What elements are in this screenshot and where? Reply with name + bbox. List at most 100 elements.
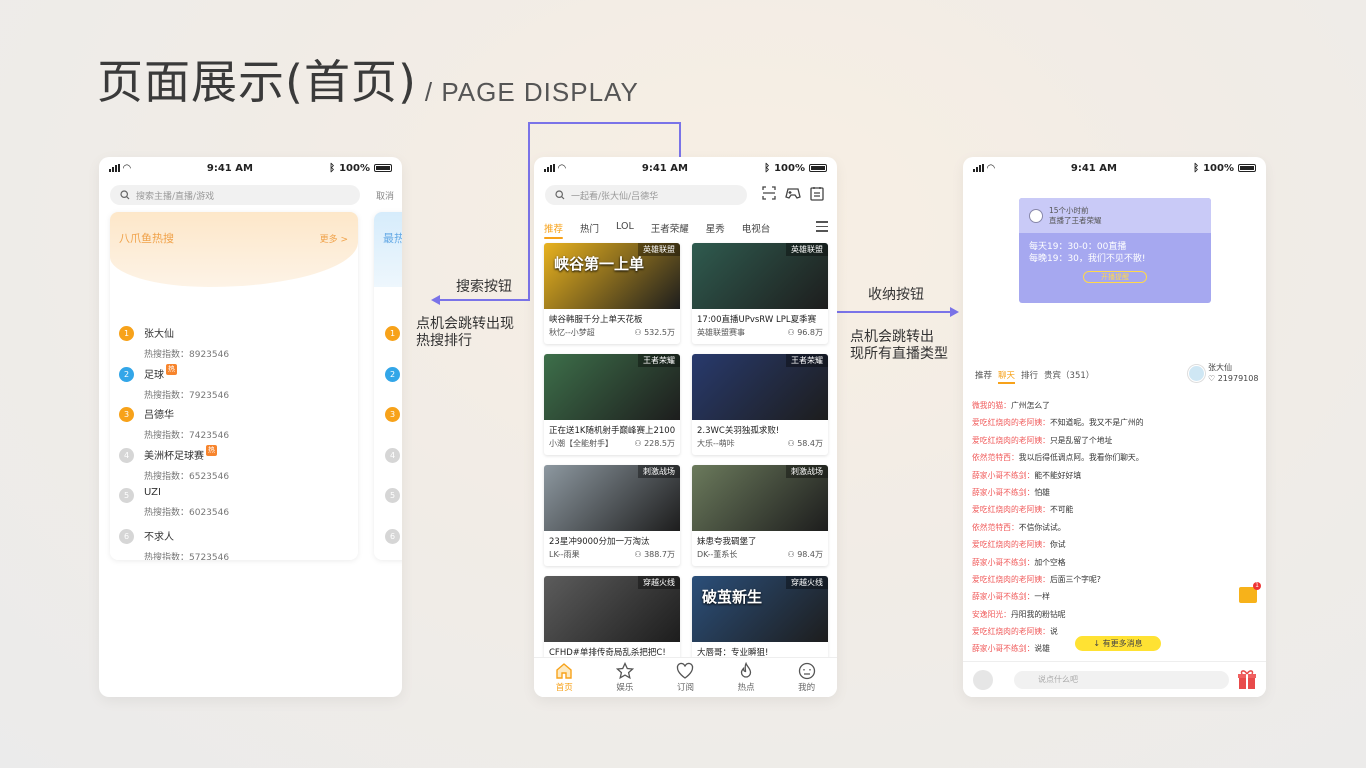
- view-count: ⚇ 228.5万: [634, 439, 675, 448]
- tab-category[interactable]: 推荐: [544, 221, 564, 239]
- tab-category[interactable]: 王者荣耀: [651, 221, 689, 235]
- chat-username[interactable]: 薛家小哥不练剑：: [972, 644, 1034, 653]
- search-input[interactable]: 一起看/张大仙/吕德华: [545, 185, 747, 205]
- hot-search-index: 热搜指数：5723546: [144, 552, 230, 561]
- hot-search-item[interactable]: 5 UZI 热搜指数：6023546: [119, 487, 229, 518]
- chat-message: 依然范特西：不信你试试。: [972, 522, 1252, 539]
- chat-username[interactable]: 薛家小哥不练剑：: [972, 488, 1034, 497]
- chat-username[interactable]: 爱吃红烧肉的老阿姨：: [972, 418, 1050, 427]
- phone-home: ◠ 9:41 AM ᛒ 100% 一起看/张大仙/吕德华 推荐 热门 LOL 王者荣耀 星…: [534, 157, 837, 697]
- face-icon: [798, 662, 815, 680]
- nav-subscribe[interactable]: 订阅: [676, 662, 694, 693]
- category-tag: 王者荣耀: [638, 354, 680, 367]
- category-tag: 王者荣耀: [786, 354, 828, 367]
- chat-username[interactable]: 微我的猫：: [972, 401, 1011, 410]
- tab-category[interactable]: LOL: [616, 221, 634, 235]
- hot-search-item[interactable]: 6 不求人 热搜指数：5723546: [119, 528, 230, 561]
- host-info[interactable]: 张大仙 ♡ 21979108: [1188, 362, 1258, 384]
- video-card[interactable]: 王者荣耀 2.3WC关羽独孤求败! 大乐--萌咔 ⚇ 58.4万: [692, 354, 828, 455]
- tab-category[interactable]: 电视台: [742, 221, 771, 235]
- video-author: DK--董系长: [697, 550, 738, 559]
- more-link[interactable]: 更多 >: [320, 232, 348, 245]
- heart-icon: [677, 662, 694, 679]
- history-icon[interactable]: [809, 185, 825, 201]
- video-thumbnail: 英雄联盟 峡谷第一上单: [544, 243, 680, 309]
- video-card[interactable]: 王者荣耀 正在送1K随机射手巅峰赛上2100 小潮【全能射手】 ⚇ 228.5万: [544, 354, 680, 455]
- chat-message: 薛家小哥不练剑：一样: [972, 591, 1252, 608]
- tab-live[interactable]: 排行: [1021, 369, 1038, 381]
- video-thumbnail: 穿越火线 破茧新生: [692, 576, 828, 642]
- viewers-icon: ⚇: [634, 550, 645, 559]
- chat-input-bar: 说点什么吧: [963, 661, 1266, 697]
- gift-box-icon[interactable]: 1: [1239, 582, 1261, 603]
- tab-live[interactable]: 推荐: [975, 369, 992, 381]
- chat-username[interactable]: 爱吃红烧肉的老阿姨：: [972, 627, 1050, 636]
- battery-icon: [1238, 164, 1256, 172]
- phone-hot-search: ◠ 9:41 AM ᛒ 100% 搜索主播/直播/游戏 取消 八爪鱼热搜 更多 >…: [99, 157, 402, 697]
- video-card[interactable]: 英雄联盟 峡谷第一上单 峡谷韩服千分上单天花板 秋忆--小梦超 ⚇ 532.5万: [544, 243, 680, 344]
- chat-list: 微我的猫：广州怎么了 爱吃红烧肉的老阿姨：不知道呢。我又不是广州的 爱吃红烧肉的老阿…: [972, 400, 1252, 661]
- chat-username[interactable]: 薛家小哥不练剑：: [972, 471, 1034, 480]
- rank-number: 2: [385, 366, 400, 382]
- hot-search-item[interactable]: 3 吕德华 热搜指数：7423546: [119, 406, 229, 441]
- chat-input[interactable]: 说点什么吧: [1014, 671, 1229, 689]
- arrow-right-icon: [950, 307, 959, 317]
- tab-category[interactable]: 热门: [580, 221, 599, 235]
- chat-username[interactable]: 依然范特西：: [972, 523, 1019, 532]
- rank-number: 1: [119, 326, 134, 341]
- chat-username[interactable]: 安逸阳光：: [972, 610, 1011, 619]
- video-card[interactable]: 英雄联盟 17:00直播UPvsRW LPL夏季赛 英雄联盟赛事 ⚇ 96.8万: [692, 243, 828, 344]
- search-icon: [120, 190, 130, 200]
- hot-search-item[interactable]: 4 美洲杯足球赛热热搜指数：6523546: [119, 444, 229, 482]
- chat-username[interactable]: 爱吃红烧肉的老阿姨：: [972, 540, 1050, 549]
- battery-icon: [809, 164, 827, 172]
- chat-username[interactable]: 依然范特西：: [972, 453, 1019, 462]
- search-placeholder: 搜索主播/直播/游戏: [136, 191, 215, 202]
- nav-entertainment[interactable]: 娱乐: [615, 662, 634, 693]
- video-author: 大乐--萌咔: [697, 439, 735, 448]
- rank-number: 3: [385, 407, 400, 422]
- scan-icon[interactable]: [761, 185, 777, 201]
- viewers-icon: ⚇: [787, 439, 798, 448]
- hot-search-item[interactable]: 2 足球热热搜指数：7923546: [119, 363, 229, 401]
- chat-text: 我以后得低调点阿。我看你们聊天。: [1018, 453, 1144, 463]
- cancel-button[interactable]: 取消: [376, 189, 394, 202]
- chat-username[interactable]: 薛家小哥不练剑：: [972, 592, 1034, 601]
- video-title: 23星冲9000分加一万淘汰: [549, 537, 650, 547]
- phone-live-room: ◠ 9:41 AM ᛒ 100% 15个小时前 直播了王者荣耀 每天19：30-0…: [963, 157, 1266, 697]
- host-fans: ♡ 21979108: [1208, 374, 1259, 383]
- video-card[interactable]: 刺激战场 妹患夸我碉堡了 DK--董系长 ⚇ 98.4万: [692, 465, 828, 566]
- nav-hot[interactable]: 热点: [737, 662, 755, 693]
- nav-home[interactable]: 首页: [555, 662, 573, 693]
- flame-icon: [740, 662, 752, 678]
- collapse-menu-icon[interactable]: [816, 221, 828, 235]
- new-messages-button[interactable]: ↓ 有更多消息: [1075, 636, 1161, 651]
- chat-username[interactable]: 爱吃红烧肉的老阿姨：: [972, 505, 1050, 514]
- nav-mine[interactable]: 我的: [798, 662, 816, 693]
- chat-username[interactable]: 爱吃红烧肉的老阿姨：: [972, 436, 1050, 445]
- chat-text: 你试: [1049, 540, 1066, 550]
- video-author: LK--雨果: [549, 550, 580, 559]
- bluetooth-icon: ᛒ: [329, 162, 336, 174]
- hot-search-item[interactable]: 1 张大仙 热搜指数：8923546: [119, 325, 229, 360]
- tab-category[interactable]: 星秀: [706, 221, 725, 235]
- user-avatar-icon[interactable]: [973, 670, 993, 690]
- hot-search-name: 美洲杯足球赛: [144, 450, 204, 462]
- search-input[interactable]: 搜索主播/直播/游戏: [110, 185, 360, 205]
- status-bar: ◠ 9:41 AM ᛒ 100%: [963, 157, 1266, 179]
- live-reminder-button[interactable]: 开播提醒: [1083, 271, 1147, 283]
- video-thumbnail: 刺激战场: [544, 465, 680, 531]
- video-thumbnail: 王者荣耀: [544, 354, 680, 420]
- video-card[interactable]: 刺激战场 23星冲9000分加一万淘汰 LK--雨果 ⚇ 388.7万: [544, 465, 680, 566]
- tab-live[interactable]: 贵宾（351）: [1044, 369, 1094, 381]
- search-annotation-title: 搜索按钮: [456, 279, 512, 295]
- tab-live[interactable]: 聊天: [998, 369, 1016, 384]
- video-thumbnail: 刺激战场: [692, 465, 828, 531]
- chat-username[interactable]: 爱吃红烧肉的老阿姨：: [972, 575, 1050, 584]
- gift-icon[interactable]: [1237, 668, 1257, 690]
- hot-search-card-peek[interactable]: 最热 1234567: [374, 212, 402, 560]
- chat-username[interactable]: 薛家小哥不练剑：: [972, 558, 1034, 567]
- gamepad-icon[interactable]: [785, 185, 801, 201]
- chat-message: 爱吃红烧肉的老阿姨：你试: [972, 539, 1252, 556]
- hot-search-name: 不求人: [144, 531, 174, 543]
